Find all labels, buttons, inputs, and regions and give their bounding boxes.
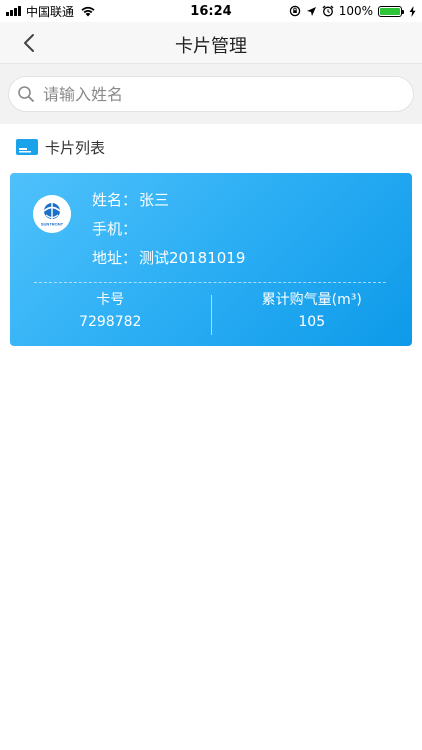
phone-row: 手机： (92, 218, 245, 247)
card-number-label: 卡号 (96, 292, 125, 308)
carrier-name: 中国联通 (26, 4, 75, 19)
status-right: 100% (289, 4, 422, 18)
card-icon (16, 139, 38, 155)
battery-icon (378, 5, 404, 17)
name-label: 姓名： (92, 191, 138, 209)
svg-text:SUNTRONT: SUNTRONT (41, 222, 64, 227)
gas-volume-label: 累计购气量(m³) (261, 292, 362, 308)
rotation-lock-icon (289, 5, 300, 17)
nav-bar: 卡片管理 (0, 22, 422, 64)
name-row: 姓名： 张三 (92, 189, 245, 218)
card-number-stat: 卡号 7298782 (10, 289, 211, 337)
company-logo-icon: SUNTRONT (33, 195, 71, 233)
phone-label: 手机： (92, 220, 138, 238)
search-area (0, 64, 422, 124)
address-row: 地址： 测试20181019 (92, 247, 245, 276)
name-value: 张三 (139, 191, 170, 209)
status-left: 中国联通 (0, 3, 96, 20)
signal-strength-icon (6, 6, 22, 16)
gas-card[interactable]: SUNTRONT 姓名： 张三 手机： 地址： 测试20181019 卡号 7298… (10, 173, 412, 346)
alarm-icon (322, 5, 334, 17)
status-bar: 中国联通 16:24 100% (0, 0, 422, 22)
battery-percent: 100% (338, 4, 373, 18)
card-info: 姓名： 张三 手机： 地址： 测试20181019 (92, 189, 245, 276)
location-icon (306, 6, 316, 16)
address-label: 地址： (92, 249, 138, 267)
battery-fill (380, 7, 400, 15)
card-divider (34, 282, 386, 283)
address-value: 测试20181019 (139, 249, 246, 267)
gas-volume-stat: 累计购气量(m³) 105 (212, 289, 413, 337)
search-box[interactable] (8, 76, 414, 112)
page-title: 卡片管理 (175, 36, 247, 57)
wifi-icon (81, 6, 95, 17)
gas-volume-value: 105 (298, 314, 326, 330)
card-list-header: 卡片列表 (16, 136, 105, 158)
card-stats: 卡号 7298782 累计购气量(m³) 105 (10, 289, 412, 337)
section-title: 卡片列表 (45, 138, 106, 157)
search-icon (18, 86, 34, 102)
charging-icon (409, 5, 416, 17)
card-number-value: 7298782 (79, 314, 142, 330)
search-input[interactable] (41, 83, 385, 105)
